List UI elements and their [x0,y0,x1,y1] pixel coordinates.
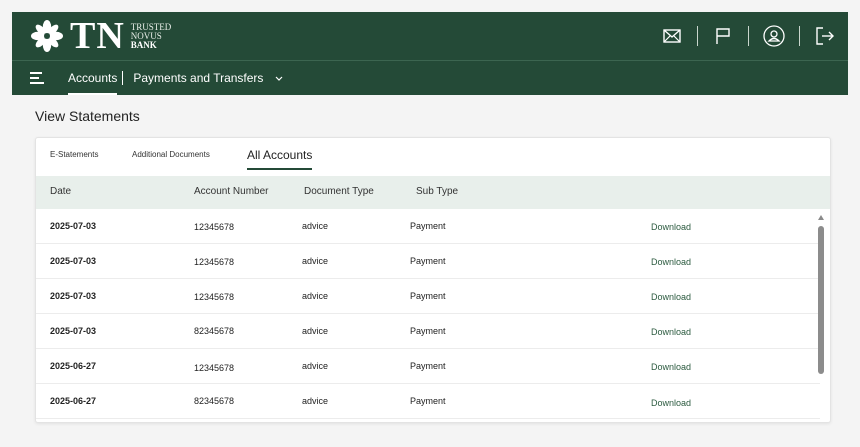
statement-tabs: E-Statements Additional Documents All Ac… [36,138,830,176]
chevron-down-icon [275,71,283,85]
header-separator [748,26,749,46]
download-link[interactable]: Download [651,222,691,232]
row-document-type: advice [302,291,329,301]
tab-all-accounts[interactable]: All Accounts [247,148,313,170]
nav-payments-transfers[interactable]: Payments and Transfers [133,61,283,96]
tab-e-statements[interactable]: E-Statements [50,150,98,159]
row-account-number: 12345678 [194,222,235,232]
row-document-type: advice [302,256,329,266]
download-link[interactable]: Download [651,327,691,337]
statements-card: E-Statements Additional Documents All Ac… [35,137,831,423]
mail-icon[interactable] [661,25,683,47]
row-document-type: advice [302,326,329,336]
row-document-type: advice [302,221,329,231]
row-date: 2025-07-03 [50,326,97,336]
nav-divider [122,71,124,85]
logo-line-3: BANK [130,39,157,50]
header-separator [799,26,800,46]
row-account-number: 12345678 [194,363,235,373]
flag-icon[interactable] [712,25,734,47]
table-row: 2025-07-03 12345678 advice Payment Downl… [36,209,820,244]
table-header: Date Account Number Document Type Sub Ty… [36,176,830,209]
table-row: 2025-07-03 82345678 advice Payment Downl… [36,314,820,349]
row-document-type: advice [302,396,329,406]
column-header-date: Date [50,186,72,197]
table-row: 2025-06-27 12345678 advice Payment Downl… [36,349,820,384]
download-link[interactable]: Download [651,257,691,267]
user-icon[interactable] [763,25,785,47]
row-account-number: 82345678 [194,326,235,336]
row-sub-type: Payment [410,291,446,301]
page-title: View Statements [35,108,140,124]
row-sub-type: Payment [410,326,446,336]
row-sub-type: Payment [410,361,446,371]
table-row: 2025-06-27 82345678 advice Payment Downl… [36,384,820,419]
download-link[interactable]: Download [651,292,691,302]
nav-accounts[interactable]: Accounts [68,61,118,96]
row-account-number: 82345678 [194,396,235,406]
download-link[interactable]: Download [651,362,691,372]
nav-payments-label: Payments and Transfers [133,71,264,85]
logo-wordmark: TRUSTED NOVUS BANK [130,22,172,50]
row-date: 2025-06-27 [50,396,97,406]
column-header-sub-type: Sub Type [416,186,459,197]
top-header: TN TRUSTED NOVUS BANK [12,12,848,60]
row-sub-type: Payment [410,396,446,406]
logout-icon[interactable] [814,25,836,47]
row-account-number: 12345678 [194,292,235,302]
bank-logo[interactable]: TN TRUSTED NOVUS BANK [30,17,171,55]
row-document-type: advice [302,361,329,371]
row-account-number: 12345678 [194,257,235,267]
column-header-account-number: Account Number [194,186,269,197]
header-actions [661,25,836,47]
logo-initials: TN [70,15,125,57]
row-sub-type: Payment [410,221,446,231]
table-row: 2025-07-03 12345678 advice Payment Downl… [36,244,820,279]
main-nav: Accounts Payments and Transfers [12,60,848,95]
tab-additional-documents[interactable]: Additional Documents [132,150,210,159]
table-row: 2025-07-03 12345678 advice Payment Downl… [36,279,820,314]
flower-logo-icon [31,20,63,52]
row-sub-type: Payment [410,256,446,266]
menu-icon[interactable] [30,72,44,84]
row-date: 2025-07-03 [50,221,97,231]
row-date: 2025-07-03 [50,256,97,266]
header-separator [697,26,698,46]
scroll-up-arrow-icon[interactable] [818,215,824,220]
column-header-document-type: Document Type [304,186,374,197]
scrollbar-track[interactable] [818,224,824,420]
row-date: 2025-07-03 [50,291,97,301]
download-link[interactable]: Download [651,398,691,408]
scrollbar-thumb[interactable] [818,226,824,374]
row-date: 2025-06-27 [50,361,97,371]
